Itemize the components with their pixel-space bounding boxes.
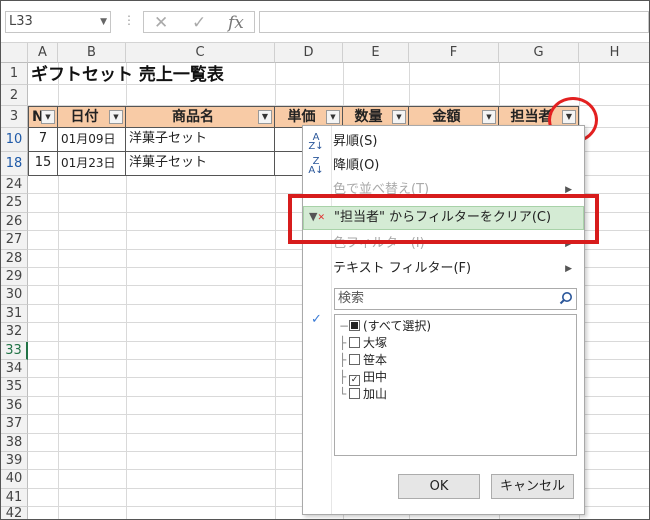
header-date-label: 日付 [70, 109, 99, 125]
search-placeholder: 検索 [338, 291, 365, 306]
checkbox-icon[interactable] [349, 354, 360, 365]
formula-input[interactable] [259, 11, 649, 33]
col-header-d[interactable]: D [275, 43, 343, 63]
menu-item-sort-asc[interactable]: A Z↓ 昇順(S) [303, 131, 584, 153]
row-header[interactable]: 41 [1, 488, 28, 508]
filter-dropdown-no[interactable]: ▼ [41, 110, 55, 124]
row-header[interactable]: 18 [1, 152, 28, 176]
row-header[interactable]: 30 [1, 286, 28, 305]
cancel-button[interactable]: キャンセル [491, 474, 574, 499]
row-header[interactable]: 10 [1, 128, 28, 152]
row-header[interactable]: 42 [1, 507, 28, 519]
search-icon [559, 292, 572, 305]
enter-icon[interactable]: ✓ [192, 13, 206, 33]
col-header-h[interactable]: H [579, 43, 649, 63]
row-header[interactable]: 31 [1, 304, 28, 324]
col-header-c[interactable]: C [126, 43, 275, 63]
header-amount-label: 金額 [432, 109, 461, 125]
col-header-e[interactable]: E [343, 43, 409, 63]
cell-no[interactable]: 7 [28, 128, 58, 152]
filter-dropdown-price[interactable]: ▼ [326, 110, 340, 124]
list-item-select-all[interactable]: − (すべて選択) [339, 318, 431, 334]
checkbox-icon[interactable] [349, 388, 360, 399]
cell-product[interactable]: 洋菓子セット [126, 152, 275, 176]
check-icon: ✓ [311, 312, 322, 327]
chevron-right-icon: ▶ [565, 264, 572, 274]
list-item[interactable]: └ 加山 [339, 386, 387, 402]
chevron-down-icon[interactable]: ▼ [100, 12, 107, 32]
row-header[interactable]: 25 [1, 194, 28, 213]
menu-item-sort-desc[interactable]: Z A↓ 降順(O) [303, 155, 584, 177]
cell-price[interactable] [275, 152, 305, 176]
name-box-value: L33 [9, 14, 33, 29]
checkbox-partial-icon[interactable] [349, 320, 360, 331]
annotation-rectangle [288, 194, 599, 244]
col-header-f[interactable]: F [409, 43, 499, 63]
cell-product[interactable]: 洋菓子セット [126, 128, 275, 152]
row-header[interactable]: 36 [1, 396, 28, 416]
formula-buttons: ✕ ✓ fx [143, 11, 255, 33]
filter-menu: A Z↓ 昇順(S) Z A↓ 降順(O) 色で並べ替え(T) ▶ ▼✕ "担当者"… [302, 125, 585, 515]
header-product-label: 商品名 [172, 109, 214, 125]
row-header[interactable]: 27 [1, 231, 28, 250]
name-box[interactable]: L33 ▼ [5, 11, 111, 33]
header-product[interactable]: 商品名 ▼ [126, 106, 275, 128]
menu-item-text-filter[interactable]: テキスト フィルター(F) ▶ [303, 258, 584, 280]
checkbox-icon[interactable] [349, 337, 360, 348]
search-input[interactable]: 検索 [334, 288, 577, 310]
list-item[interactable]: ├ 大塚 [339, 335, 387, 351]
cell-price[interactable] [275, 128, 305, 152]
checkbox-checked-icon[interactable]: ✓ [349, 375, 360, 386]
filter-applied-icon[interactable]: ▼ [258, 110, 272, 124]
value-list[interactable]: − (すべて選択) ├ 大塚 ├ 笹本 ├ ✓ 田中 └ 加山 [334, 314, 577, 456]
ok-button[interactable]: OK [398, 474, 480, 499]
header-staff-label: 担当者 [510, 109, 553, 125]
header-date[interactable]: 日付 ▼ [58, 106, 126, 128]
row-header[interactable]: 38 [1, 433, 28, 452]
header-qty-label: 数量 [354, 109, 383, 125]
col-header-g[interactable]: G [499, 43, 579, 63]
row-header[interactable]: 32 [1, 323, 28, 342]
filter-dropdown-qty[interactable]: ▼ [392, 110, 406, 124]
excel-window: L33 ▼ ⋮ ✕ ✓ fx A B C D E F G H 1 2 3 10 18 24… [0, 0, 650, 520]
row-header[interactable]: 40 [1, 470, 28, 489]
row-header[interactable]: 1 [1, 63, 28, 85]
row-header[interactable]: 2 [1, 85, 28, 106]
cell-date[interactable]: 01月09日 [58, 128, 126, 152]
row-header[interactable]: 34 [1, 360, 28, 379]
row-header[interactable]: 33 [1, 341, 28, 360]
list-item[interactable]: ├ 笹本 [339, 352, 387, 368]
sort-descending-icon: Z A↓ [308, 156, 324, 176]
row-header[interactable]: 35 [1, 378, 28, 397]
sort-ascending-icon: A Z↓ [308, 132, 324, 152]
filter-dropdown-amount[interactable]: ▼ [482, 110, 496, 124]
row-header[interactable]: 3 [1, 106, 28, 128]
row-header[interactable]: 28 [1, 249, 28, 268]
cell-no[interactable]: 15 [28, 152, 58, 176]
formula-bar: L33 ▼ ⋮ ✕ ✓ fx [1, 1, 649, 43]
header-price-label: 単価 [287, 109, 316, 125]
sheet-title[interactable]: ギフトセット 売上一覧表 [31, 64, 224, 86]
cancel-icon[interactable]: ✕ [154, 13, 168, 33]
col-header-a[interactable]: A [28, 43, 58, 63]
row-header[interactable]: 24 [1, 176, 28, 195]
row-header[interactable]: 26 [1, 212, 28, 232]
row-header[interactable]: 39 [1, 452, 28, 471]
list-item[interactable]: ├ ✓ 田中 [339, 369, 387, 386]
header-no[interactable]: N ▼ [28, 106, 58, 128]
filter-dropdown-date[interactable]: ▼ [109, 110, 123, 124]
more-options-icon: ⋮ [123, 13, 135, 27]
insert-function-icon[interactable]: fx [228, 13, 244, 33]
row-header[interactable]: 29 [1, 268, 28, 287]
select-all-corner[interactable] [1, 43, 28, 63]
col-header-b[interactable]: B [58, 43, 126, 63]
row-header[interactable]: 37 [1, 415, 28, 434]
cell-date[interactable]: 01月23日 [58, 152, 126, 176]
